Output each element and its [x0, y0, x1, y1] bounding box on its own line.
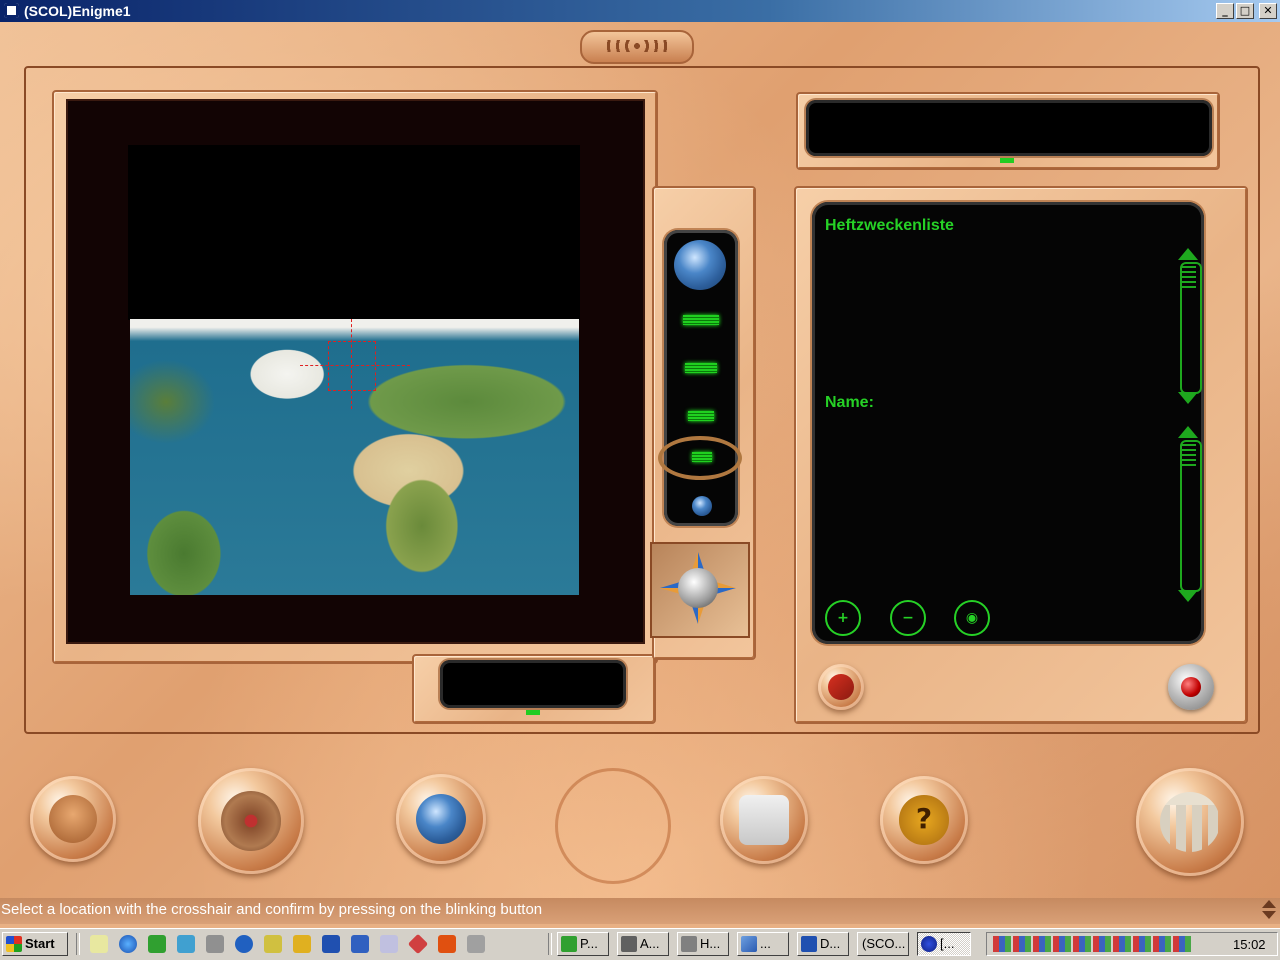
crosshair-box: [328, 341, 376, 391]
info-display: [806, 100, 1212, 156]
start-button[interactable]: Start: [2, 932, 68, 956]
pin-list-screen: Heftzweckenliste Name: + − ◉: [812, 202, 1204, 644]
pin-action-button[interactable]: [818, 664, 864, 710]
globe-large-icon[interactable]: [674, 240, 726, 290]
blinking-light-icon: [1181, 677, 1201, 697]
zoom-level-bar[interactable]: [683, 315, 719, 325]
quicklaunch-clock-icon[interactable]: [148, 935, 166, 953]
nav-mailbox-button[interactable]: [720, 776, 808, 864]
status-bar: Select a location with the crosshair and…: [0, 898, 1280, 924]
scroll-up-button[interactable]: [1178, 426, 1198, 438]
nav-globe-button[interactable]: [396, 774, 486, 864]
quicklaunch-monitor-icon[interactable]: [264, 935, 282, 953]
task-button[interactable]: P...: [557, 932, 609, 956]
minimize-button[interactable]: _: [1216, 3, 1234, 19]
task-button[interactable]: ...: [737, 932, 789, 956]
coordinate-led: [526, 710, 540, 715]
globe-small-icon[interactable]: [692, 496, 712, 516]
quicklaunch-doc-icon[interactable]: [380, 935, 398, 953]
zoom-slider-handle[interactable]: [658, 436, 742, 480]
status-scroll-up-icon[interactable]: [1262, 900, 1276, 908]
system-tray: 15:02: [986, 932, 1278, 956]
windows-logo-icon: [6, 936, 22, 952]
zoom-level-bar[interactable]: [688, 411, 714, 421]
task-button[interactable]: A...: [617, 932, 669, 956]
confirm-button[interactable]: [1168, 664, 1214, 710]
scroll-down-button[interactable]: [1178, 590, 1198, 602]
task-button[interactable]: (SCO...: [857, 932, 909, 956]
puzzle-icon: [221, 791, 281, 851]
zoom-level-bar[interactable]: [685, 363, 717, 373]
scroll-thumb[interactable]: [1182, 266, 1196, 290]
window-title: (SCOL)Enigme1: [24, 3, 131, 19]
mailbox-icon: [739, 795, 789, 845]
maximize-button[interactable]: □: [1236, 3, 1254, 19]
nav-empty-slot: [555, 768, 671, 884]
app-icon[interactable]: [4, 3, 19, 18]
quicklaunch-notepad-icon[interactable]: [90, 935, 108, 953]
gear-icon: [602, 40, 672, 52]
quicklaunch-ie-icon[interactable]: [119, 935, 137, 953]
help-icon: ?: [899, 795, 949, 845]
map-viewport: [66, 99, 645, 644]
quicklaunch-word-icon[interactable]: [322, 935, 340, 953]
world-map[interactable]: [130, 319, 579, 595]
temple-icon: [1159, 791, 1221, 853]
name-label: Name:: [825, 394, 874, 411]
scroll-thumb[interactable]: [1182, 444, 1196, 468]
tray-icons[interactable]: [993, 936, 1193, 952]
status-text: Select a location with the crosshair and…: [1, 901, 543, 918]
window-titlebar[interactable]: (SCOL)Enigme1 _ □ ✕: [0, 0, 1280, 22]
compass-icon: [678, 568, 718, 608]
map-black-area: [128, 145, 580, 320]
pin-list-title: Heftzweckenliste: [825, 217, 954, 234]
status-scroll-down-icon[interactable]: [1262, 911, 1276, 919]
clock: 15:02: [1233, 937, 1266, 952]
quicklaunch-tool-icon[interactable]: [293, 935, 311, 953]
start-label: Start: [25, 936, 55, 951]
remove-pin-icon[interactable]: −: [890, 600, 926, 636]
separator: [548, 933, 552, 955]
close-button[interactable]: ✕: [1259, 3, 1277, 19]
quicklaunch-pen-icon[interactable]: [351, 935, 369, 953]
app-frame: Heftzweckenliste Name: + − ◉ ?: [0, 22, 1280, 898]
nav-puzzle-button[interactable]: [198, 768, 304, 874]
eye-icon[interactable]: ◉: [954, 600, 990, 636]
task-button[interactable]: D...: [797, 932, 849, 956]
coordinate-display: [440, 660, 626, 708]
task-button[interactable]: H...: [677, 932, 729, 956]
pin-icon: [828, 674, 854, 700]
add-pin-icon[interactable]: +: [825, 600, 861, 636]
quicklaunch-settings-icon[interactable]: [467, 935, 485, 953]
task-button-active[interactable]: [...: [917, 932, 971, 956]
quicklaunch-halflife-icon[interactable]: [438, 935, 456, 953]
quicklaunch-network-icon[interactable]: [206, 935, 224, 953]
header-ornament: [580, 30, 694, 64]
separator: [76, 933, 80, 955]
taskbar: Start P... A... H... ... D... (SCO... [.…: [0, 928, 1280, 960]
quicklaunch-diamond-icon[interactable]: [407, 933, 429, 955]
scroll-up-button[interactable]: [1178, 248, 1198, 260]
scroll-down-button[interactable]: [1178, 392, 1198, 404]
compass-button[interactable]: [650, 542, 750, 638]
nav-help-button[interactable]: ?: [880, 776, 968, 864]
nav-pharaoh-button[interactable]: [30, 776, 116, 862]
pharaoh-icon: [48, 794, 98, 844]
quicklaunch-app-icon[interactable]: [177, 935, 195, 953]
info-led: [1000, 158, 1014, 163]
nav-temple-button[interactable]: [1136, 768, 1244, 876]
globe-icon: [415, 793, 467, 845]
quicklaunch-globe-icon[interactable]: [235, 935, 253, 953]
